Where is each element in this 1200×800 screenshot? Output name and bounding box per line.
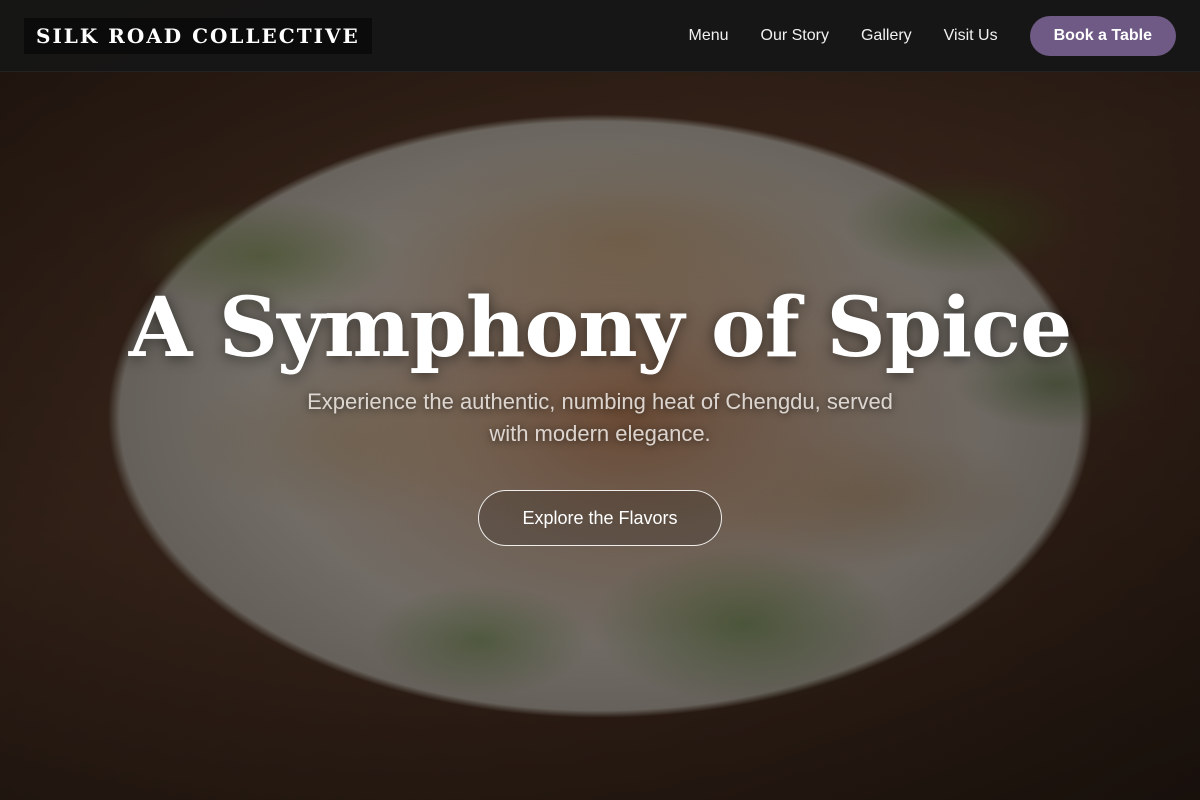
hero-subtitle: Experience the authentic, numbing heat o…	[307, 389, 893, 446]
explore-flavors-button[interactable]: Explore the Flavors	[478, 490, 722, 546]
nav-link-our-story[interactable]: Our Story	[761, 27, 829, 45]
navbar: SILK ROAD COLLECTIVE Menu Our Story Gall…	[0, 0, 1200, 72]
nav-link-gallery[interactable]: Gallery	[861, 27, 912, 45]
brand-logo[interactable]: SILK ROAD COLLECTIVE	[24, 17, 372, 54]
nav-links: Menu Our Story Gallery Visit Us Book a T…	[688, 15, 1176, 56]
hero-title: A Symphony of Spice	[128, 280, 1073, 376]
book-table-button[interactable]: Book a Table	[1029, 15, 1176, 56]
nav-link-menu[interactable]: Menu	[688, 27, 728, 45]
hero-content: A Symphony of Spice Experience the authe…	[0, 280, 1200, 546]
nav-link-visit-us[interactable]: Visit Us	[944, 27, 998, 45]
